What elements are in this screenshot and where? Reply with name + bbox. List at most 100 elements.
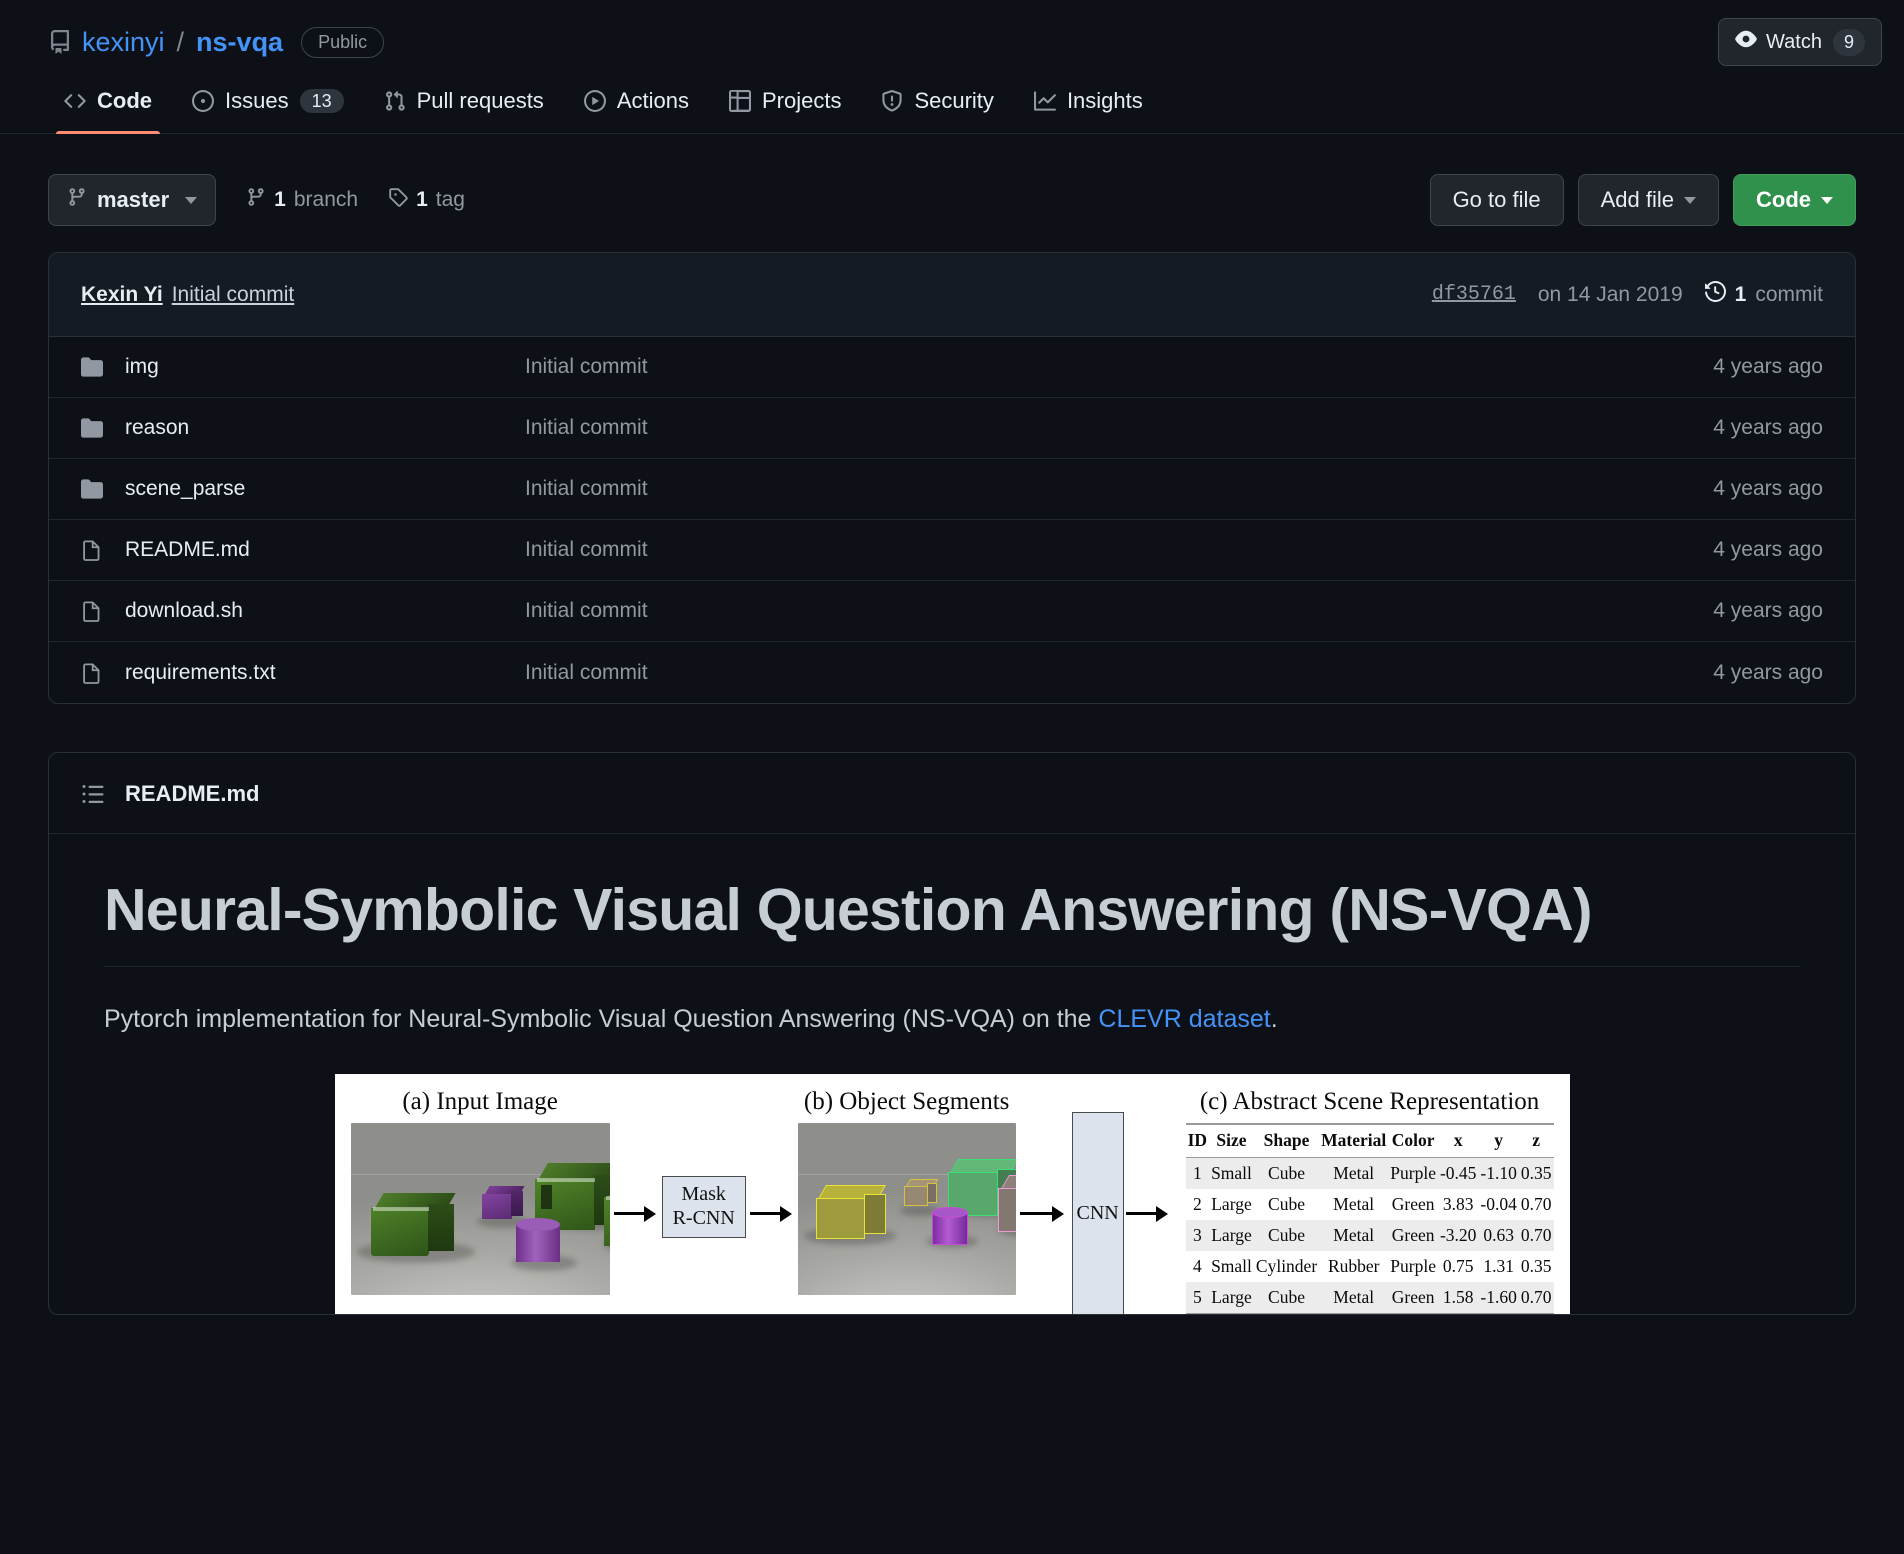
cell-id: 5 (1186, 1282, 1209, 1314)
cell-y: -1.10 (1478, 1157, 1518, 1189)
file-listing-panel: Kexin Yi Initial commit df35761 on 14 Ja… (48, 252, 1856, 704)
play-icon (584, 90, 606, 112)
file-link[interactable]: requirements.txt (125, 661, 525, 685)
table-row[interactable]: img Initial commit 4 years ago (49, 337, 1855, 398)
table-row[interactable]: reason Initial commit 4 years ago (49, 398, 1855, 459)
watch-label: Watch (1766, 31, 1822, 54)
commits-label: commit (1755, 283, 1823, 307)
repo-title-row: kexinyi / ns-vqa Public (48, 20, 1856, 64)
file-link[interactable]: download.sh (125, 599, 525, 623)
arrow-maskrcnn-to-segments (750, 1206, 792, 1222)
scene-table-head: ID Size Shape Material Color x y z (1186, 1124, 1554, 1158)
repo-owner-link[interactable]: kexinyi (82, 27, 165, 58)
folder-icon (81, 417, 111, 439)
table-row[interactable]: README.md Initial commit 4 years ago (49, 520, 1855, 581)
readme-paragraph-text-after: . (1271, 1005, 1278, 1033)
tags-count: 1 (416, 188, 428, 212)
watch-button[interactable]: Watch 9 (1718, 18, 1882, 66)
table-row[interactable]: download.sh Initial commit 4 years ago (49, 581, 1855, 642)
file-link[interactable]: README.md (125, 538, 525, 562)
file-link[interactable]: reason (125, 416, 525, 440)
repo-header: kexinyi / ns-vqa Public Watch 9 (0, 0, 1904, 64)
file-age: 4 years ago (1713, 538, 1823, 562)
scene-table-header-row: ID Size Shape Material Color x y z (1186, 1124, 1554, 1158)
commits-count: 1 (1735, 283, 1747, 307)
folder-icon (81, 478, 111, 500)
go-to-file-label: Go to file (1453, 187, 1541, 213)
mask-rcnn-box: Mask R-CNN (662, 1176, 746, 1238)
table-row[interactable]: scene_parse Initial commit 4 years ago (49, 459, 1855, 520)
file-commit-message[interactable]: Initial commit (525, 416, 1713, 440)
readme-filename: README.md (125, 781, 259, 807)
cell-id: 1 (1186, 1157, 1209, 1189)
tab-actions-label: Actions (617, 90, 689, 112)
branch-selector-button[interactable]: master (48, 174, 216, 226)
tab-insights[interactable]: Insights (1018, 82, 1159, 134)
add-file-button[interactable]: Add file (1578, 174, 1719, 226)
tab-security-label: Security (914, 90, 993, 112)
commit-author[interactable]: Kexin Yi (81, 283, 163, 307)
file-commit-message[interactable]: Initial commit (525, 477, 1713, 501)
file-link[interactable]: scene_parse (125, 477, 525, 501)
page-title: Neural-Symbolic Visual Question Answerin… (104, 876, 1800, 967)
table-row: 2 Large Cube Metal Green 3.83 -0.04 0.70 (1186, 1189, 1554, 1220)
git-branch-icon (67, 187, 87, 213)
mask-rcnn-line2: R-CNN (673, 1207, 735, 1231)
repository-nav-tabs: Code Issues 13 Pull requests Actions Pro… (0, 82, 1904, 134)
tab-issues[interactable]: Issues 13 (176, 82, 360, 134)
file-commit-message[interactable]: Initial commit (525, 538, 1713, 562)
commit-meta: df35761 on 14 Jan 2019 1 commit (1432, 281, 1823, 308)
segment-pink (998, 1175, 1016, 1233)
cell-shape: Cube (1254, 1157, 1319, 1189)
tab-security[interactable]: Security (865, 82, 1009, 134)
code-button-label: Code (1756, 187, 1811, 213)
figure-caption-b: (b) Object Segments (798, 1088, 1016, 1116)
commit-sha[interactable]: df35761 (1432, 283, 1516, 306)
file-commit-message[interactable]: Initial commit (525, 355, 1713, 379)
scene-table-body: 1 Small Cube Metal Purple -0.45 -1.10 0.… (1186, 1157, 1554, 1313)
purple-cube-small (482, 1186, 524, 1220)
tab-code[interactable]: Code (48, 82, 168, 134)
tab-code-label: Code (97, 90, 152, 112)
col-color: Color (1388, 1124, 1438, 1158)
col-size: Size (1209, 1124, 1254, 1158)
chevron-down-icon (1684, 197, 1696, 204)
tab-pull-requests[interactable]: Pull requests (368, 82, 560, 134)
shield-icon (881, 90, 903, 112)
pipeline-figure: (a) Input Image (335, 1074, 1570, 1314)
file-link[interactable]: img (125, 355, 525, 379)
go-to-file-button[interactable]: Go to file (1430, 174, 1564, 226)
tab-actions[interactable]: Actions (568, 82, 705, 134)
cell-size: Large (1209, 1220, 1254, 1251)
table-icon (729, 90, 751, 112)
commit-message[interactable]: Initial commit (172, 283, 295, 307)
tab-projects[interactable]: Projects (713, 82, 857, 134)
code-icon (64, 90, 86, 112)
cell-id: 4 (1186, 1251, 1209, 1282)
code-clone-button[interactable]: Code (1733, 174, 1856, 226)
clevr-dataset-link[interactable]: CLEVR dataset (1098, 1005, 1270, 1033)
file-age: 4 years ago (1713, 599, 1823, 623)
repo-path-separator: / (175, 27, 187, 58)
table-row[interactable]: requirements.txt Initial commit 4 years … (49, 642, 1855, 703)
repo-visibility-badge: Public (301, 27, 384, 58)
file-commit-message[interactable]: Initial commit (525, 661, 1713, 685)
figure-panel-b: (b) Object Segments (798, 1088, 1016, 1314)
tags-link[interactable]: 1 tag (388, 187, 465, 213)
commit-history-link[interactable]: 1 commit (1705, 281, 1823, 308)
branches-link[interactable]: 1 branch (246, 187, 358, 213)
col-material: Material (1319, 1124, 1388, 1158)
cnn-box: CNN (1072, 1112, 1124, 1315)
cell-id: 2 (1186, 1189, 1209, 1220)
segment-yellow (816, 1185, 888, 1239)
cell-x: -0.45 (1438, 1157, 1478, 1189)
repo-name-link[interactable]: ns-vqa (196, 27, 283, 58)
cell-color: Green (1388, 1220, 1438, 1251)
cell-z: 0.70 (1519, 1282, 1554, 1314)
cell-z: 0.70 (1519, 1189, 1554, 1220)
readme-paragraph-text-before: Pytorch implementation for Neural-Symbol… (104, 1005, 1098, 1033)
readme-panel: README.md Neural-Symbolic Visual Questio… (48, 752, 1856, 1315)
file-commit-message[interactable]: Initial commit (525, 599, 1713, 623)
list-unordered-icon[interactable] (81, 782, 105, 806)
cell-color: Green (1388, 1189, 1438, 1220)
